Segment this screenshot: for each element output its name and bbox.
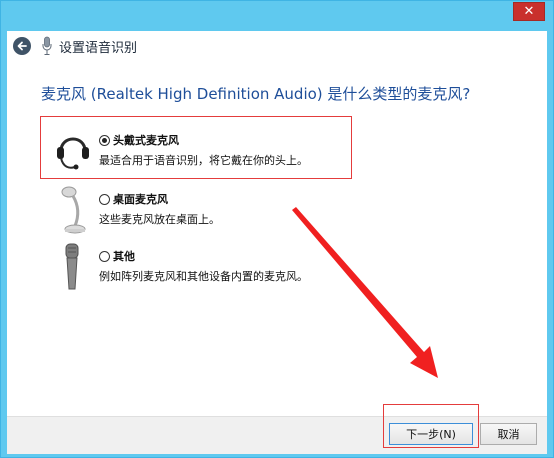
option-desktop-description: 这些麦克风放在桌面上。: [99, 213, 220, 226]
radio-desktop[interactable]: [99, 194, 110, 205]
option-headset[interactable]: 头戴式麦克风 最适合用于语音识别，将它戴在你的头上。: [43, 121, 363, 181]
back-arrow-icon: [17, 41, 27, 51]
question-heading: 麦克风 (Realtek High Definition Audio) 是什么类…: [41, 85, 471, 103]
desktop-mic-icon: [61, 186, 86, 234]
radio-headset[interactable]: [99, 135, 110, 146]
close-icon: ✕: [523, 4, 535, 19]
option-other[interactable]: 其他 例如阵列麦克风和其他设备内置的麦克风。: [43, 237, 363, 297]
next-button[interactable]: 下一步(N): [389, 423, 473, 445]
headset-icon: [57, 137, 89, 170]
option-other-description: 例如阵列麦克风和其他设备内置的麦克风。: [99, 270, 308, 283]
handheld-mic-icon: [65, 243, 79, 290]
option-headset-label: 头戴式麦克风: [113, 134, 179, 147]
option-desktop-label: 桌面麦克风: [113, 193, 168, 206]
wizard-title: 设置语音识别: [59, 41, 138, 56]
back-button[interactable]: [13, 37, 31, 55]
title-bar: ✕: [1, 1, 553, 31]
microphone-icon: [42, 36, 52, 55]
option-headset-description: 最适合用于语音识别，将它戴在你的头上。: [99, 154, 308, 167]
cancel-button[interactable]: 取消: [480, 423, 537, 445]
wizard-header: 设置语音识别: [7, 31, 547, 61]
option-desktop[interactable]: 桌面麦克风 这些麦克风放在桌面上。: [43, 180, 363, 240]
option-other-label: 其他: [113, 250, 135, 263]
speech-setup-window: ✕ 设置语音识别 麦克风 (Realtek High Definition Au…: [0, 0, 554, 458]
radio-other[interactable]: [99, 251, 110, 262]
wizard-content: 麦克风 (Realtek High Definition Audio) 是什么类…: [7, 61, 547, 416]
wizard-footer: 下一步(N) 取消: [7, 416, 547, 454]
close-button[interactable]: ✕: [513, 2, 545, 21]
